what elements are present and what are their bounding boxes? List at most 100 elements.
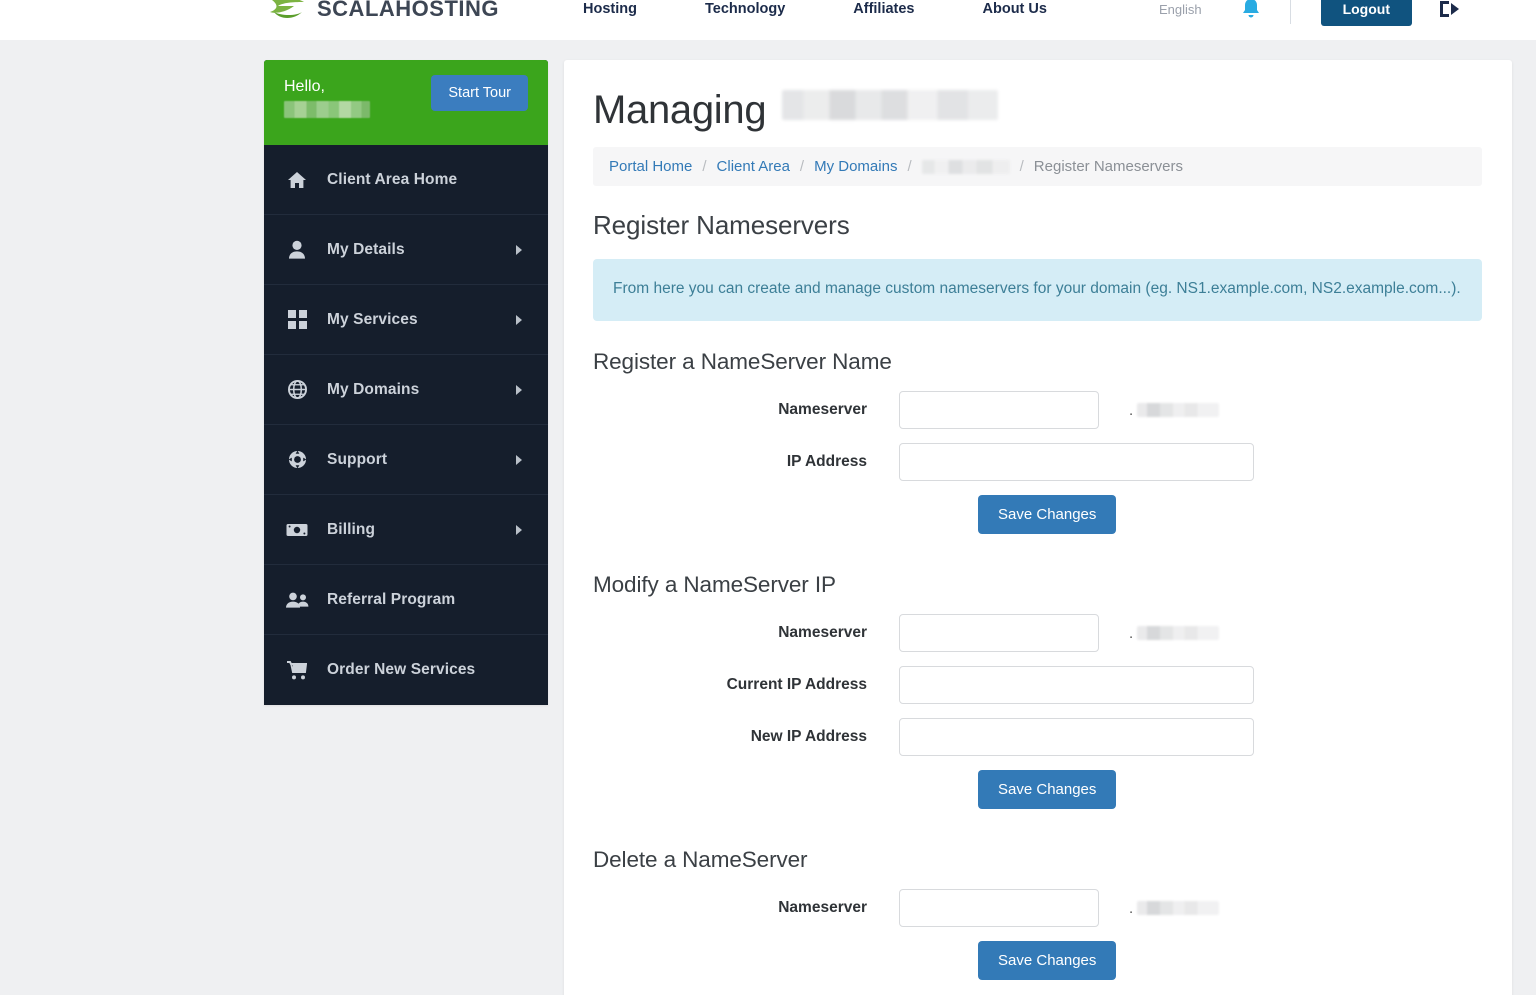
current-ip-address-input[interactable]: [899, 666, 1254, 705]
sidebar-item-my-details[interactable]: My Details: [264, 215, 548, 285]
form-actions-delete: Save Changes: [593, 941, 1482, 981]
sidebar-item-my-services[interactable]: My Services: [264, 285, 548, 355]
save-changes-button-register[interactable]: Save Changes: [978, 495, 1117, 535]
breadcrumb-portal-home[interactable]: Portal Home: [609, 158, 692, 175]
form-heading-modify: Modify a NameServer IP: [593, 572, 836, 598]
info-alert: From here you can create and manage cust…: [593, 259, 1482, 322]
nav-link-hosting[interactable]: Hosting: [549, 1, 671, 17]
register-nameserver-suffix: .: [1129, 401, 1220, 419]
form-row-current-ip: Current IP Address: [593, 666, 1482, 705]
modify-nameserver-input[interactable]: [899, 614, 1099, 653]
sidebar-item-referral-program[interactable]: Referral Program: [264, 565, 548, 635]
greeting-text: Hello,: [284, 78, 325, 95]
sidebar-item-label: My Details: [327, 240, 405, 258]
label-current-ip-address: Current IP Address: [726, 676, 867, 694]
globe-icon: [283, 380, 311, 399]
sidebar-item-client-area-home[interactable]: Client Area Home: [264, 145, 548, 215]
sidebar-greeting-panel: Hello, Start Tour: [264, 60, 548, 145]
form-row-register-nameserver: Nameserver .: [593, 391, 1482, 430]
label-nameserver: Nameserver: [778, 899, 867, 917]
form-row-delete-nameserver: Nameserver .: [593, 889, 1482, 928]
label-nameserver: Nameserver: [778, 401, 867, 419]
save-changes-button-modify[interactable]: Save Changes: [978, 770, 1117, 810]
breadcrumb-current: Register Nameservers: [1033, 158, 1184, 175]
new-ip-address-input[interactable]: [899, 718, 1254, 757]
sidebar-item-billing[interactable]: Billing: [264, 495, 548, 565]
sidebar-item-support[interactable]: Support: [264, 425, 548, 495]
main-content-card: Managing Portal Home / Client Area / My …: [564, 60, 1512, 995]
form-row-new-ip: New IP Address: [593, 718, 1482, 757]
sidebar-item-my-domains[interactable]: My Domains: [264, 355, 548, 425]
nav-link-technology[interactable]: Technology: [671, 1, 819, 17]
chevron-right-icon: [516, 314, 522, 325]
users-icon: [283, 592, 311, 608]
delete-nameserver-suffix: .: [1129, 899, 1220, 917]
page-body: Hello, Start Tour Client Area Home My De…: [0, 41, 1536, 995]
label-nameserver: Nameserver: [778, 624, 867, 642]
label-new-ip-address: New IP Address: [750, 728, 867, 746]
breadcrumb-client-area[interactable]: Client Area: [717, 158, 790, 175]
label-ip-address: IP Address: [786, 453, 867, 471]
primary-nav: Hosting Technology Affiliates About Us: [549, 1, 1159, 17]
sidebar-item-label: My Services: [327, 310, 418, 328]
logout-button[interactable]: Logout: [1320, 0, 1412, 26]
sidebar-item-order-new-services[interactable]: Order New Services: [264, 635, 548, 705]
cart-icon: [283, 660, 311, 680]
brand-name: SCALAHOSTING: [317, 0, 499, 21]
grid-icon: [283, 310, 311, 329]
bell-icon[interactable]: [1240, 0, 1290, 21]
register-ip-address-input[interactable]: [899, 443, 1254, 482]
breadcrumb-separator: /: [799, 158, 805, 175]
top-navigation-bar: SCALAHOSTING Hosting Technology Affiliat…: [0, 0, 1536, 40]
form-heading-register: Register a NameServer Name: [593, 349, 892, 375]
breadcrumb-separator: /: [1019, 158, 1024, 175]
sidebar-item-label: My Domains: [327, 380, 420, 398]
suffix-dot: .: [1129, 899, 1134, 917]
nav-right-group: English Logout: [1159, 0, 1462, 26]
chevron-right-icon: [516, 454, 522, 465]
scalahosting-logo-icon: [268, 0, 308, 22]
sidebar-item-label: Order New Services: [327, 661, 476, 678]
brand-logo[interactable]: SCALAHOSTING: [268, 0, 499, 22]
start-tour-button[interactable]: Start Tour: [431, 75, 528, 111]
nav-link-about-us[interactable]: About Us: [949, 1, 1081, 17]
breadcrumb-domain-redacted[interactable]: [921, 159, 1010, 174]
delete-nameserver-input[interactable]: [899, 889, 1099, 928]
suffix-dot: .: [1129, 401, 1134, 419]
form-actions-modify: Save Changes: [593, 770, 1482, 810]
user-icon: [283, 240, 311, 259]
page-title-prefix: Managing: [593, 88, 767, 132]
sidebar-item-label: Referral Program: [327, 590, 456, 608]
lifering-icon: [283, 450, 311, 469]
form-row-modify-nameserver: Nameserver .: [593, 614, 1482, 653]
suffix-dot: .: [1129, 624, 1134, 642]
register-nameserver-input[interactable]: [899, 391, 1099, 430]
modify-nameserver-suffix: .: [1129, 624, 1220, 642]
nav-link-affiliates[interactable]: Affiliates: [819, 1, 948, 17]
form-heading-delete: Delete a NameServer: [593, 847, 808, 873]
client-area-sidebar: Hello, Start Tour Client Area Home My De…: [264, 60, 548, 705]
form-row-register-ip: IP Address: [593, 443, 1482, 482]
logout-arrow-icon[interactable]: [1412, 0, 1462, 20]
suffix-domain-redacted: [1137, 626, 1220, 641]
greeting-block: Hello,: [284, 75, 370, 119]
home-icon: [283, 171, 311, 189]
breadcrumb: Portal Home / Client Area / My Domains /…: [593, 147, 1482, 186]
suffix-domain-redacted: [1137, 403, 1220, 418]
page-title-domain-redacted: [782, 90, 999, 120]
chevron-right-icon: [516, 384, 522, 395]
username-redacted: [284, 101, 370, 119]
sidebar-item-label: Client Area Home: [327, 170, 458, 188]
nav-divider: [1289, 0, 1291, 24]
save-changes-button-delete[interactable]: Save Changes: [978, 941, 1117, 981]
sidebar-item-label: Billing: [327, 520, 376, 538]
language-selector[interactable]: English: [1159, 2, 1240, 17]
page-title: Managing: [593, 88, 1482, 133]
breadcrumb-separator: /: [907, 158, 912, 175]
money-icon: [283, 522, 311, 538]
chevron-right-icon: [516, 244, 522, 255]
breadcrumb-my-domains[interactable]: My Domains: [814, 158, 897, 175]
